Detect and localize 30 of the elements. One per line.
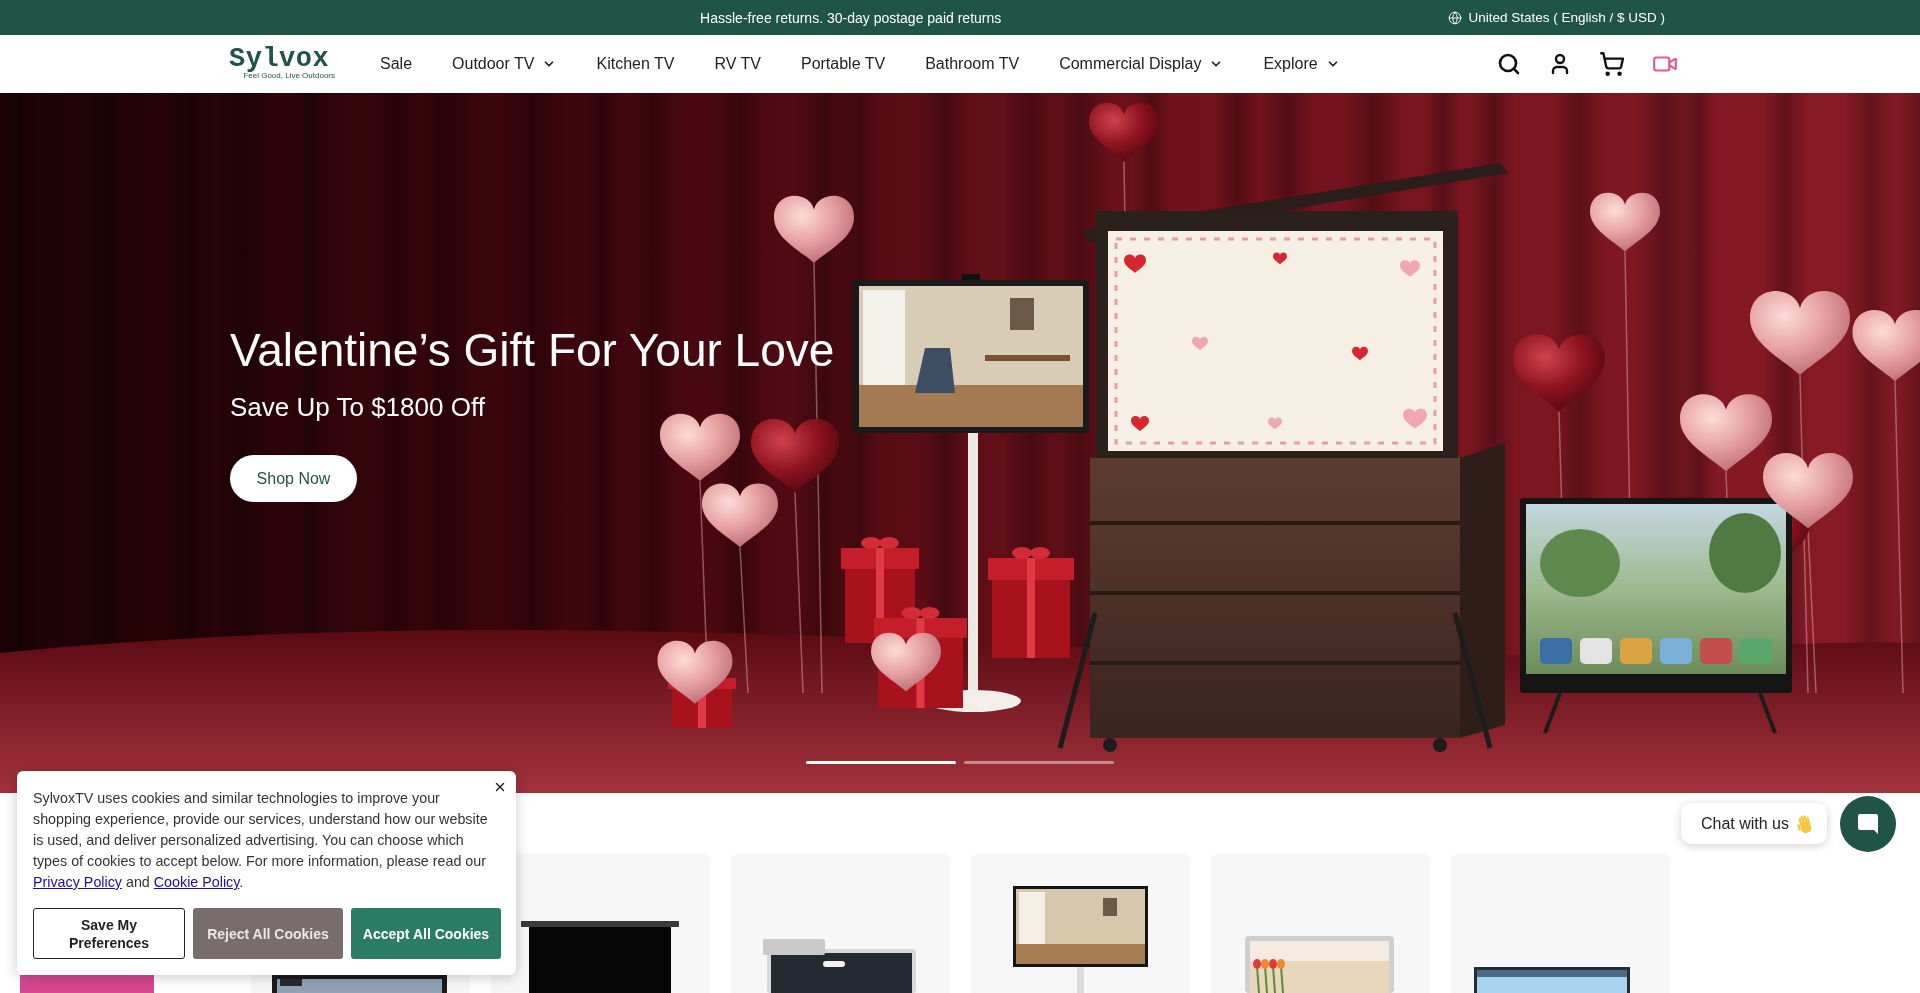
nav-link[interactable]: Commercial Display — [1059, 55, 1224, 73]
logo[interactable]: Sylvox — [229, 47, 330, 71]
hero-title: Valentine’s Gift For Your Love — [230, 323, 835, 378]
logo-tagline: Feel Good, Live Outdoors — [243, 71, 335, 81]
cookie-button[interactable]: Accept All Cookies — [351, 908, 501, 959]
nav-link[interactable]: Explore — [1263, 55, 1340, 73]
product-card[interactable] — [491, 853, 710, 993]
nav-link[interactable]: Portable TV — [800, 55, 886, 73]
nav-link[interactable]: Bathroom TV — [925, 55, 1020, 73]
cookie-message: SylvoxTV uses cookies and similar technologies to improve your shopping experience, provide our services, understand how our website is used, and deliver personalized advertising. You can choose which types of cookies to accept below. For more information, please read our Privacy Policy and Cookie Policy. — [33, 789, 489, 892]
nav-link[interactable]: Kitchen TV — [596, 55, 675, 73]
cookie-button[interactable]: Reject All Cookies — [193, 908, 343, 959]
policy-link[interactable]: Privacy Policy — [33, 874, 122, 890]
chat-bubble-icon — [1856, 812, 1880, 836]
announcement-text: Hassle-free returns. 30-day postage paid returns — [700, 9, 1002, 26]
hero-subtitle: Save Up To $1800 Off — [230, 391, 485, 423]
close-icon[interactable] — [493, 780, 507, 794]
nav-link[interactable]: Sale — [380, 55, 413, 73]
product-card[interactable] — [971, 853, 1190, 993]
chat-prompt-button[interactable]: Chat with us — [1680, 803, 1827, 844]
product-card[interactable] — [731, 853, 950, 993]
cart-icon[interactable] — [1599, 51, 1625, 77]
cookie-button[interactable]: Save My Preferences — [33, 908, 185, 959]
search-icon[interactable] — [1497, 52, 1521, 76]
nav-link[interactable]: RV TV — [714, 55, 761, 73]
nav-link[interactable]: Outdoor TV — [452, 55, 557, 73]
promo-tile[interactable] — [20, 975, 154, 993]
locale-selector[interactable]: United States ( English / $ USD ) — [1448, 10, 1665, 25]
globe-icon — [1448, 10, 1463, 25]
shop-now-button[interactable]: Shop Now — [230, 455, 357, 502]
